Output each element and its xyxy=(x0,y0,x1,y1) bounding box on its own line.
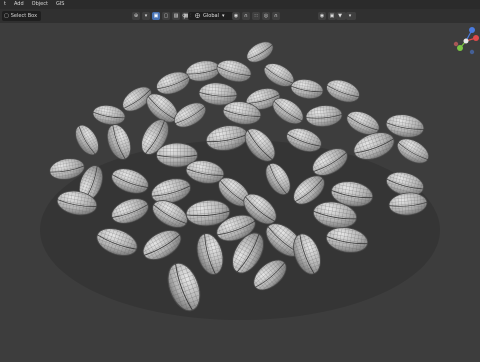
view-object-types-icon[interactable]: ◉ xyxy=(318,12,326,20)
orientation-label: Global xyxy=(203,13,219,19)
orientation-icon: ⨁ xyxy=(195,13,200,19)
select-extend-icon[interactable]: ▢ xyxy=(162,12,170,20)
filter-group: ▼ ▾ xyxy=(336,11,354,21)
3d-viewport[interactable] xyxy=(0,23,480,360)
select-set-icon[interactable]: ▣ xyxy=(152,12,160,20)
select-box-dropdown[interactable]: ▢ Select Box xyxy=(2,11,42,21)
menu-item-gis[interactable]: GIS xyxy=(54,0,67,9)
search-icon: ⚲ xyxy=(182,12,187,20)
falloff-icon[interactable]: ∩ xyxy=(272,12,280,20)
select-box-icon: ▢ xyxy=(4,13,9,19)
select-box-label: Select Box xyxy=(10,13,38,19)
navigation-gizmo[interactable] xyxy=(452,25,480,55)
menu-item-view[interactable]: t xyxy=(2,0,8,9)
menu-item-add[interactable]: Add xyxy=(12,0,26,9)
snap-target-icon[interactable]: ∷ xyxy=(252,12,260,20)
top-menu-bar: t Add Object GIS xyxy=(0,0,480,9)
overlay-icon[interactable]: ▣ xyxy=(328,12,336,20)
chevron-down-icon: ▾ xyxy=(221,13,225,19)
select-subtract-icon[interactable]: ▨ xyxy=(172,12,180,20)
x-axis-icon[interactable] xyxy=(473,35,479,41)
snap-magnet-icon[interactable]: ∩ xyxy=(242,12,250,20)
orientation-wrap: ⨁ Global ▾ xyxy=(191,11,229,21)
mode-arrow-icon[interactable]: ▾ xyxy=(142,12,150,20)
proportional-edit-icon[interactable]: ◎ xyxy=(262,12,270,20)
menu-item-object[interactable]: Object xyxy=(30,0,50,9)
gizmo-toggle-icon[interactable]: ⊕ xyxy=(132,12,140,20)
pivot-snap-group: ◉ ∩ ∷ ◎ ∩ xyxy=(232,11,280,21)
viewport-scene xyxy=(40,37,440,320)
viewport-toolbar: ▢ Select Box ⊕ ▾ ▣ ▢ ▨ ▩ ⚲ ⨁ Global ▾ ◉ … xyxy=(0,9,480,23)
filter-options-icon[interactable]: ▾ xyxy=(346,12,354,20)
transform-orientation-dropdown[interactable]: ⨁ Global ▾ xyxy=(191,12,229,20)
axis-gizmo-icon xyxy=(453,27,479,55)
gizmo-center-icon[interactable] xyxy=(463,38,469,44)
y-axis-icon[interactable] xyxy=(457,45,463,51)
pivot-point-icon[interactable]: ◉ xyxy=(232,12,240,20)
filter-icon[interactable]: ▼ xyxy=(336,12,344,20)
z-axis-icon[interactable] xyxy=(469,27,475,33)
